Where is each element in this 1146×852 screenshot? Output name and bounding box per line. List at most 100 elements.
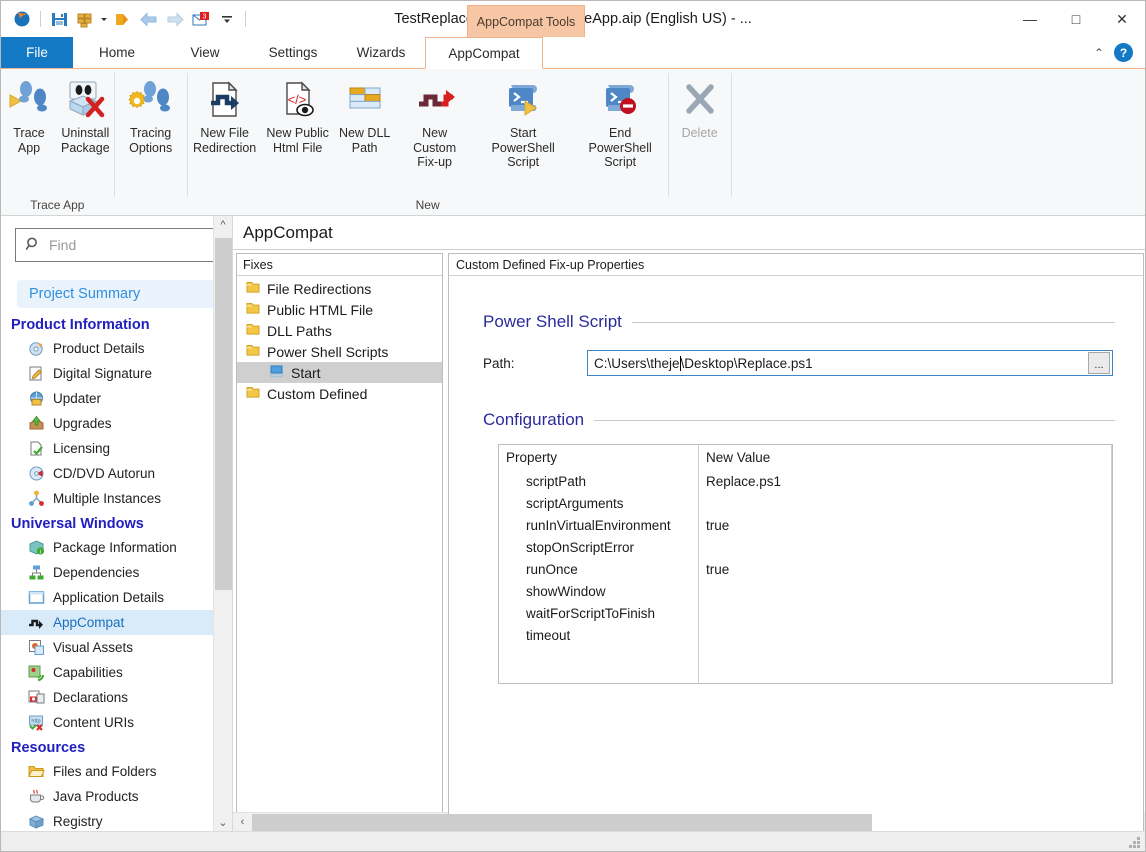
forward-icon[interactable] — [162, 6, 188, 32]
run-icon[interactable] — [110, 6, 136, 32]
sidebar-item-package-information[interactable]: i Package Information — [1, 535, 232, 560]
trace-app-button[interactable]: Trace App — [1, 75, 57, 155]
capabilities-icon — [27, 664, 45, 682]
tree-item-start[interactable]: Start — [237, 362, 442, 383]
sidebar-item-capabilities[interactable]: Capabilities — [1, 660, 232, 685]
table-row[interactable]: runInVirtualEnvironment — [499, 514, 698, 536]
tree-item-custom-defined[interactable]: Custom Defined — [237, 383, 442, 404]
end-powershell-script-button[interactable]: End PowerShell Script — [573, 75, 668, 170]
sidebar-item-files-and-folders[interactable]: Files and Folders — [1, 759, 232, 784]
custom-fixup-arrow-icon — [413, 77, 457, 123]
new-custom-fixup-button[interactable]: New Custom Fix-up — [396, 75, 474, 170]
table-row[interactable]: timeout — [499, 624, 698, 646]
build-dropdown-icon[interactable] — [98, 6, 110, 32]
build-icon[interactable] — [72, 6, 98, 32]
sidebar-scroll-thumb[interactable] — [215, 238, 232, 590]
scroll-up-arrow-icon[interactable]: ^ — [214, 216, 233, 234]
help-icon[interactable]: ? — [1114, 43, 1133, 62]
table-cell-value[interactable] — [699, 602, 1112, 624]
sidebar-item-appcompat[interactable]: AppCompat — [1, 610, 232, 635]
configuration-table[interactable]: Property scriptPath scriptArguments runI… — [498, 444, 1113, 684]
sidebar-item-licensing[interactable]: Licensing — [1, 436, 232, 461]
collapse-ribbon-icon[interactable]: ⌃ — [1094, 46, 1104, 60]
uninstall-package-button[interactable]: Uninstall Package — [57, 75, 114, 155]
sidebar-item-upgrades[interactable]: Upgrades — [1, 411, 232, 436]
tree-item-public-html-file[interactable]: Public HTML File — [237, 299, 442, 320]
new-dll-path-button[interactable]: New DLL Path — [334, 75, 396, 155]
messages-icon[interactable]: 3 — [188, 6, 214, 32]
application-details-icon — [27, 589, 45, 607]
find-input[interactable]: Find — [15, 228, 224, 262]
uninstall-package-label: Uninstall Package — [61, 126, 110, 155]
table-row[interactable]: waitForScriptToFinish — [499, 602, 698, 624]
ribbon-group-label-empty-1 — [115, 194, 187, 216]
table-cell-value[interactable] — [699, 492, 1112, 514]
sidebar-item-registry[interactable]: Registry — [1, 809, 232, 831]
folder-icon — [246, 385, 260, 402]
table-cell-value[interactable] — [699, 580, 1112, 602]
sidebar-item-label: Dependencies — [53, 565, 139, 580]
sidebar-item-multiple-instances[interactable]: Multiple Instances — [1, 486, 232, 511]
table-cell-value[interactable] — [699, 624, 1112, 646]
minimize-button[interactable]: — — [1007, 1, 1053, 37]
new-public-html-file-button[interactable]: </> New Public Html File — [262, 75, 334, 155]
sidebar-item-declarations[interactable]: Declarations — [1, 685, 232, 710]
table-row[interactable]: scriptPath — [499, 470, 698, 492]
table-cell-value[interactable]: true — [699, 514, 1112, 536]
content-horizontal-scrollbar[interactable]: ‹ › — [233, 812, 1145, 831]
declarations-icon — [27, 689, 45, 707]
browse-path-button[interactable]: ... — [1088, 352, 1110, 374]
column-header-new-value: New Value — [699, 445, 1112, 470]
sidebar-item-java-products[interactable]: Java Products — [1, 784, 232, 809]
sidebar-scrollbar[interactable]: ^ ⌄ — [213, 216, 232, 831]
sidebar-item-application-details[interactable]: Application Details — [1, 585, 232, 610]
table-row[interactable]: showWindow — [499, 580, 698, 602]
title-bar: 3 TestReplaceApp - TestReplaceApp.aip (E… — [1, 1, 1145, 37]
tab-appcompat[interactable]: AppCompat — [425, 37, 543, 69]
path-value-after-caret: \Desktop\Replace.ps1 — [681, 356, 813, 371]
table-cell-value[interactable]: true — [699, 558, 1112, 580]
tree-item-power-shell-scripts[interactable]: Power Shell Scripts — [237, 341, 442, 362]
start-powershell-script-button[interactable]: Start PowerShell Script — [474, 75, 573, 170]
table-cell-value[interactable]: Replace.ps1 — [699, 470, 1112, 492]
hscroll-thumb[interactable] — [252, 814, 872, 831]
back-icon[interactable] — [136, 6, 162, 32]
sidebar-item-content-uris[interactable]: http Content URIs — [1, 710, 232, 735]
tracing-options-button[interactable]: Tracing Options — [115, 75, 187, 155]
sidebar-item-project-summary[interactable]: Project Summary — [17, 280, 222, 308]
close-button[interactable]: ✕ — [1099, 1, 1145, 37]
tab-wizards[interactable]: Wizards — [337, 37, 425, 68]
path-input[interactable]: C:\Users\theje\Desktop\Replace.ps1 ... — [587, 350, 1113, 376]
sidebar-item-dependencies[interactable]: Dependencies — [1, 560, 232, 585]
app-logo-icon[interactable] — [9, 6, 35, 32]
sidebar-item-cd-dvd-autorun[interactable]: CD/DVD Autorun — [1, 461, 232, 486]
hscroll-track[interactable] — [252, 813, 1126, 832]
sidebar-item-updater[interactable]: Updater — [1, 386, 232, 411]
tab-settings[interactable]: Settings — [249, 37, 337, 68]
sidebar-item-label: Updater — [53, 391, 101, 406]
new-file-redirection-button[interactable]: New File Redirection — [188, 75, 262, 155]
save-icon[interactable] — [46, 6, 72, 32]
scroll-down-arrow-icon[interactable]: ⌄ — [214, 813, 233, 831]
tree-item-file-redirections[interactable]: File Redirections — [237, 278, 442, 299]
sidebar-item-product-details[interactable]: Product Details — [1, 336, 232, 361]
table-cell-value[interactable] — [699, 536, 1112, 558]
find-placeholder: Find — [49, 237, 76, 253]
sidebar-item-digital-signature[interactable]: Digital Signature — [1, 361, 232, 386]
tab-view[interactable]: View — [161, 37, 249, 68]
table-row[interactable]: scriptArguments — [499, 492, 698, 514]
tree-item-dll-paths[interactable]: DLL Paths — [237, 320, 442, 341]
sidebar-scroll-track[interactable] — [214, 234, 233, 813]
scroll-left-arrow-icon[interactable]: ‹ — [233, 813, 252, 832]
delete-button[interactable]: Delete — [669, 75, 731, 141]
resize-grip[interactable] — [1128, 835, 1142, 849]
tab-home[interactable]: Home — [73, 37, 161, 68]
table-row[interactable]: stopOnScriptError — [499, 536, 698, 558]
maximize-button[interactable]: □ — [1053, 1, 1099, 37]
tab-file[interactable]: File — [1, 37, 73, 68]
content-area: AppCompat Fixes File Redirections — [233, 216, 1145, 831]
sidebar-item-visual-assets[interactable]: Visual Assets — [1, 635, 232, 660]
customize-qat-icon[interactable] — [214, 6, 240, 32]
sidebar-item-label: Upgrades — [53, 416, 112, 431]
table-row[interactable]: runOnce — [499, 558, 698, 580]
